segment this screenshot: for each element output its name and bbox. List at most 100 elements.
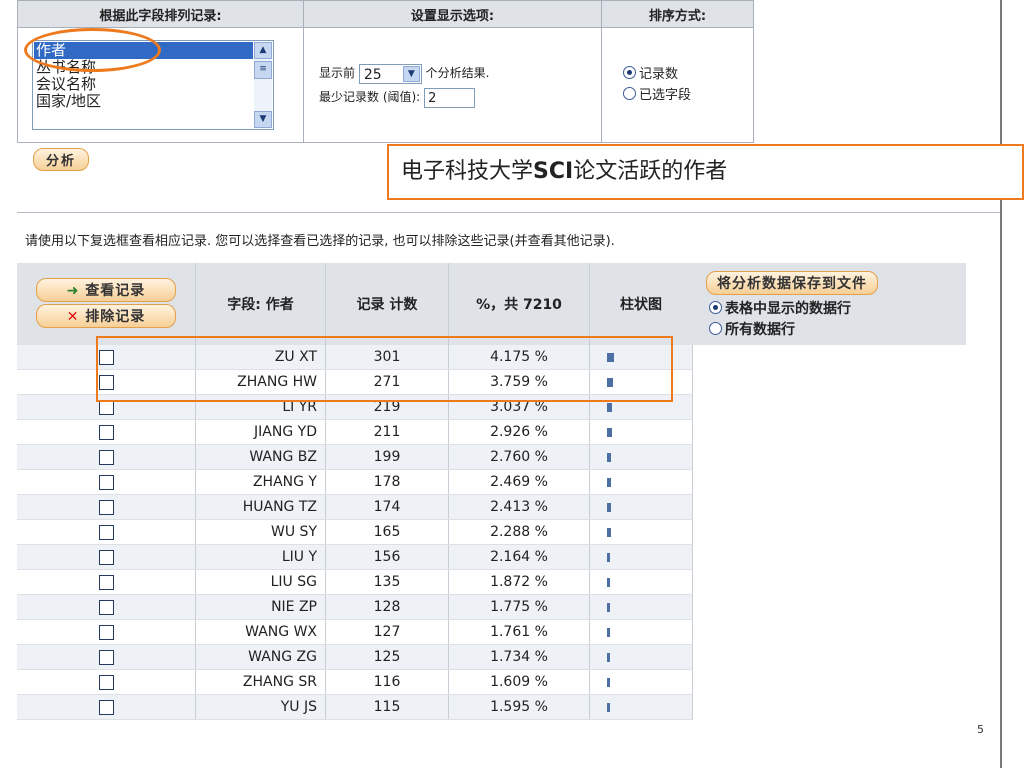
share-bar [607, 677, 610, 687]
radio-selected-icon[interactable] [709, 301, 722, 314]
close-icon: ✕ [66, 309, 80, 325]
table-row: WU SY 165 2.288 % [17, 519, 693, 545]
row-checkbox-cell [17, 569, 196, 595]
bar-cell [589, 544, 693, 570]
display-options-header: 设置显示选项: [303, 0, 602, 28]
analysis-options-table: 根据此字段排列记录: 设置显示选项: 排序方式: 作者 丛书名称 会议名称 国家… [17, 0, 754, 143]
bar-cell [589, 419, 693, 445]
bar-cell [589, 519, 693, 545]
percent-column-header: %，共 7210 [448, 263, 590, 345]
bar-cell [589, 594, 693, 620]
callout-title: 电子科技大学SCI论文活跃的作者 [387, 144, 1024, 200]
author-cell: WANG WX [195, 619, 326, 645]
listbox-scrollbar[interactable]: ▲ ≡ ▼ [254, 42, 272, 128]
row-checkbox[interactable] [98, 499, 114, 515]
author-cell: HUANG TZ [195, 494, 326, 520]
table-row: JIANG YD 211 2.926 % [17, 419, 693, 445]
count-cell: 178 [325, 469, 449, 495]
min-records-label: 最少记录数 (阈值): [319, 90, 421, 104]
share-bar [607, 602, 610, 612]
chevron-down-icon[interactable]: ▼ [402, 65, 420, 82]
sort-by-field-option[interactable]: 已选字段 [623, 85, 752, 106]
show-first-suffix: 个分析结果. [425, 66, 490, 80]
bar-cell [589, 494, 693, 520]
save-to-file-button[interactable]: 将分析数据保存到文件 [706, 271, 878, 295]
author-cell: YU JS [195, 694, 326, 720]
count-cell: 128 [325, 594, 449, 620]
row-checkbox[interactable] [98, 524, 114, 540]
share-bar [607, 577, 610, 587]
table-row: WANG BZ 199 2.760 % [17, 444, 693, 470]
radio-icon[interactable] [709, 322, 722, 335]
radio-selected-icon[interactable] [623, 66, 636, 79]
table-row: WANG ZG 125 1.734 % [17, 644, 693, 670]
author-cell: WANG BZ [195, 444, 326, 470]
result-count-select[interactable]: 25 ▼ [358, 63, 422, 84]
sort-by-count-option[interactable]: 记录数 [623, 64, 752, 85]
count-cell: 165 [325, 519, 449, 545]
row-checkbox-cell [17, 594, 196, 620]
share-bar [607, 427, 612, 437]
row-checkbox[interactable] [98, 674, 114, 690]
scroll-thumb[interactable]: ≡ [254, 61, 272, 79]
row-checkbox[interactable] [98, 699, 114, 715]
scroll-up-icon[interactable]: ▲ [254, 42, 272, 59]
bar-cell [589, 694, 693, 720]
row-checkbox[interactable] [98, 474, 114, 490]
author-cell: JIANG YD [195, 419, 326, 445]
save-option-table-rows[interactable]: 表格中显示的数据行 [709, 298, 851, 318]
count-cell: 116 [325, 669, 449, 695]
row-checkbox-cell [17, 419, 196, 445]
row-checkbox[interactable] [98, 449, 114, 465]
count-cell: 156 [325, 544, 449, 570]
share-bar [607, 452, 611, 462]
row-checkbox-cell [17, 644, 196, 670]
show-first-prefix: 显示前 [319, 66, 356, 80]
row-checkbox-cell [17, 669, 196, 695]
field-option-conference[interactable]: 会议名称 [34, 76, 253, 93]
section-divider [17, 212, 1000, 213]
threshold-input[interactable]: 2 [424, 87, 476, 108]
table-row: YU JS 115 1.595 % [17, 694, 693, 720]
percent-cell: 2.164 % [448, 544, 590, 570]
radio-icon[interactable] [623, 87, 636, 100]
table-row: ZHANG SR 116 1.609 % [17, 669, 693, 695]
author-cell: LIU SG [195, 569, 326, 595]
actions-header: ➜ 查看记录 ✕ 排除记录 [17, 263, 196, 345]
row-checkbox[interactable] [98, 624, 114, 640]
count-cell: 125 [325, 644, 449, 670]
sort-order-header: 排序方式: [601, 0, 754, 28]
row-checkbox[interactable] [98, 649, 114, 665]
row-checkbox[interactable] [98, 599, 114, 615]
percent-cell: 1.775 % [448, 594, 590, 620]
table-row: HUANG TZ 174 2.413 % [17, 494, 693, 520]
page-number: 5 [977, 723, 984, 736]
bar-column-header: 柱状图 [589, 263, 693, 345]
author-cell: NIE ZP [195, 594, 326, 620]
analyze-button[interactable]: 分析 [33, 148, 90, 171]
count-column-header: 记录 计数 [325, 263, 449, 345]
bar-cell [589, 644, 693, 670]
view-records-button[interactable]: ➜ 查看记录 [36, 278, 176, 302]
row-checkbox-cell [17, 619, 196, 645]
row-checkbox[interactable] [98, 424, 114, 440]
share-bar [607, 402, 612, 412]
row-checkbox-cell [17, 469, 196, 495]
percent-cell: 1.872 % [448, 569, 590, 595]
table-row: WANG WX 127 1.761 % [17, 619, 693, 645]
count-cell: 127 [325, 619, 449, 645]
count-cell: 174 [325, 494, 449, 520]
top-rows-highlight-annotation [96, 336, 673, 402]
field-option-country[interactable]: 国家/地区 [34, 93, 253, 110]
percent-cell: 1.595 % [448, 694, 590, 720]
row-checkbox-cell [17, 444, 196, 470]
share-bar [607, 552, 610, 562]
row-checkbox[interactable] [98, 574, 114, 590]
exclude-records-button[interactable]: ✕ 排除记录 [36, 304, 176, 328]
sort-field-header: 根据此字段排列记录: [17, 0, 304, 28]
bar-cell [589, 569, 693, 595]
save-option-all-rows[interactable]: 所有数据行 [709, 319, 795, 339]
row-checkbox[interactable] [98, 549, 114, 565]
scroll-down-icon[interactable]: ▼ [254, 111, 272, 128]
table-row: ZHANG Y 178 2.469 % [17, 469, 693, 495]
